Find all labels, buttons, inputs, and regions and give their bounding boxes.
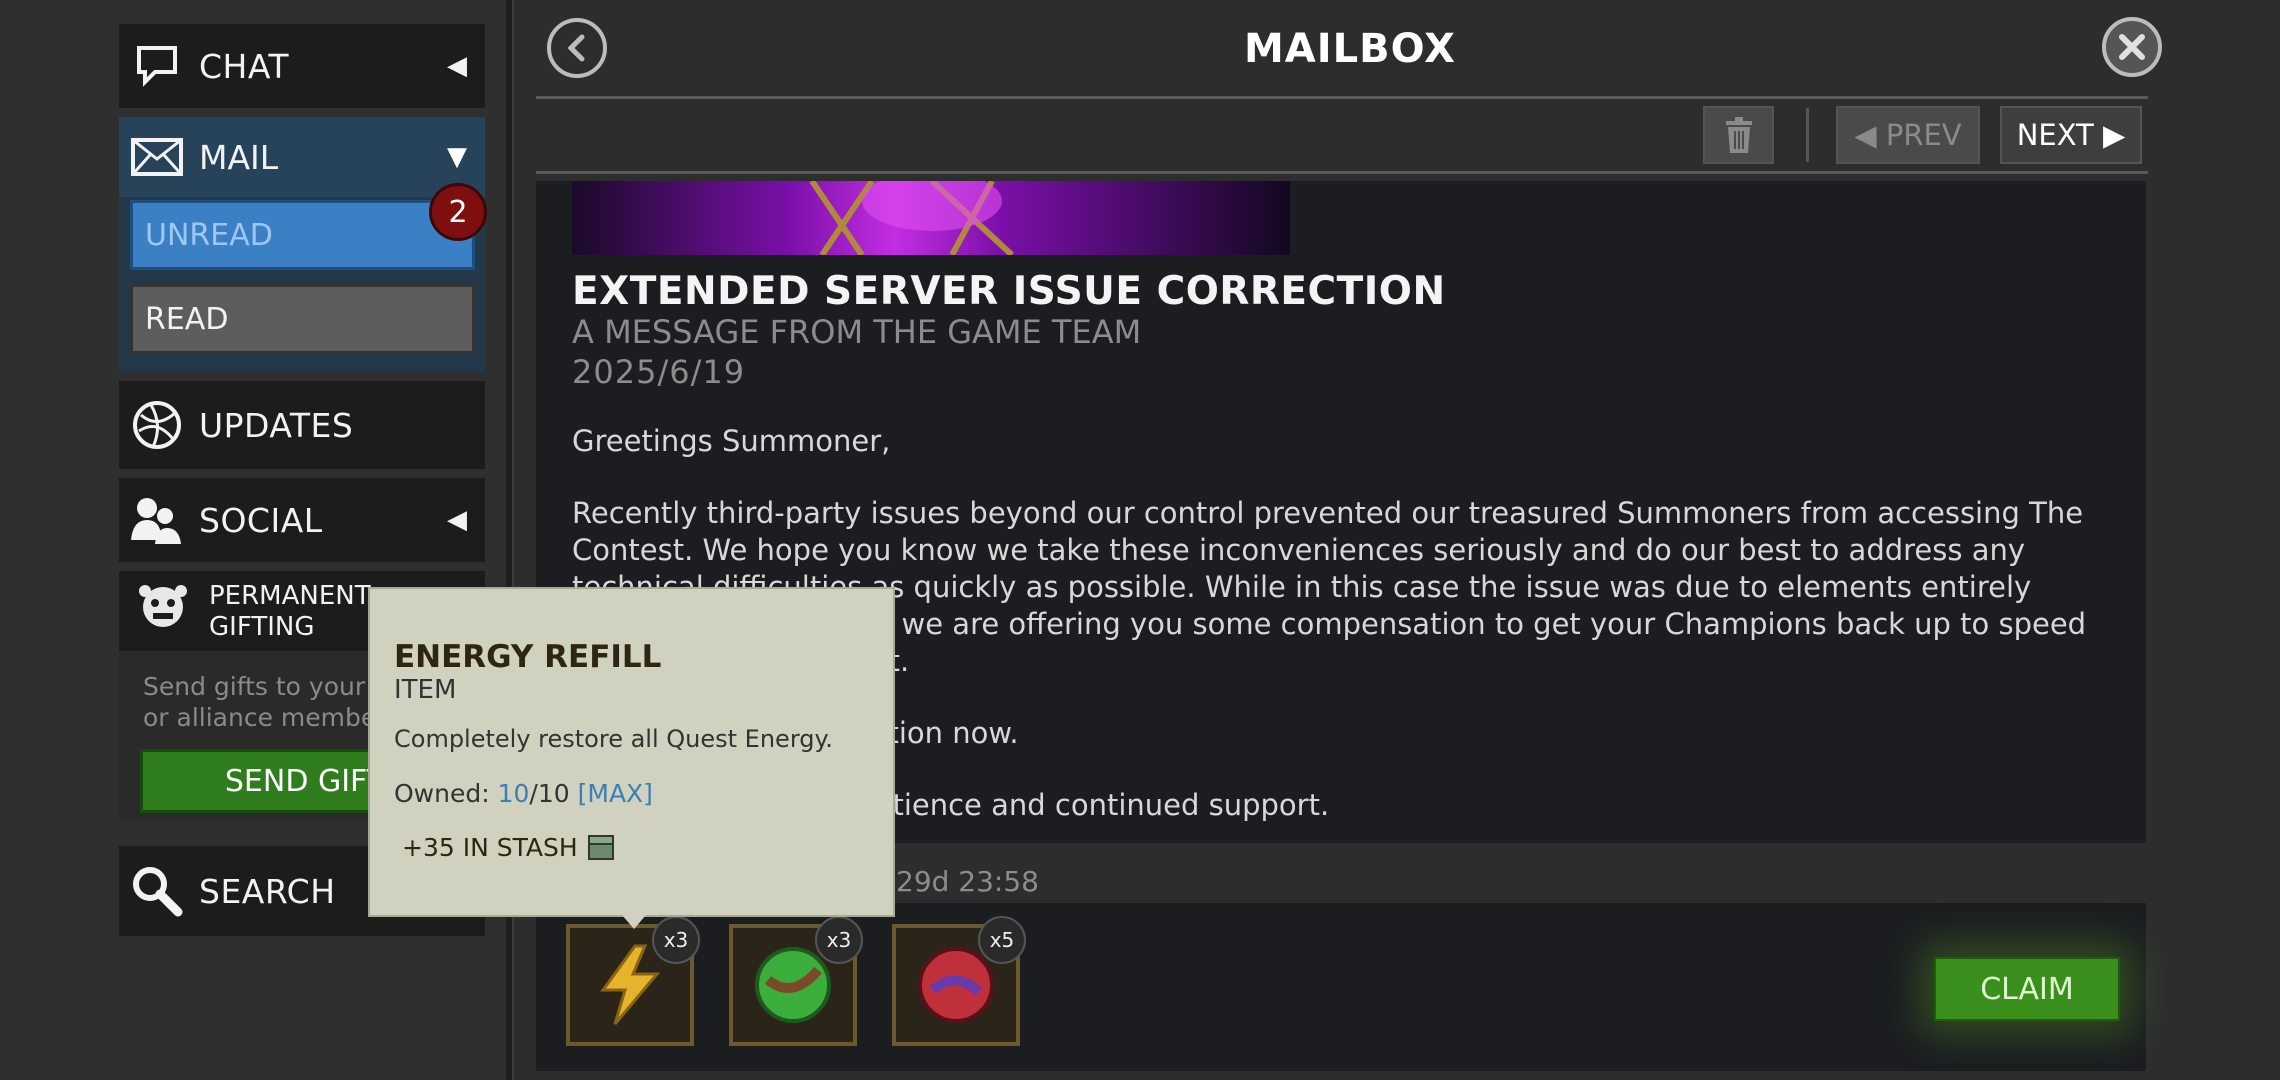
sidebar-item-label: SOCIAL (199, 500, 323, 540)
owned-label: Owned: (394, 779, 490, 808)
reward-count: x5 (978, 916, 1026, 964)
tooltip-description: Completely restore all Quest Energy. (394, 725, 833, 753)
folder-read-button[interactable]: READ (130, 284, 475, 354)
sidebar-item-label: UPDATES (199, 405, 354, 445)
message-greeting: Greetings Summoner, (572, 424, 891, 458)
globe-icon (129, 397, 185, 453)
sidebar-item-label: SEARCH (199, 871, 336, 911)
sidebar-divider (506, 0, 514, 1080)
chevron-down-icon: ▼ (447, 142, 467, 172)
next-button[interactable]: NEXT ▶ (2000, 106, 2142, 164)
close-button[interactable] (2102, 17, 2162, 77)
unread-count-badge: 2 (429, 183, 487, 241)
owned-value: 10 (497, 779, 530, 808)
message-date: 2025/6/19 (572, 353, 746, 391)
reward-item-green-crystal[interactable]: x3 (729, 916, 863, 1046)
stash-label: +35 IN STASH (402, 832, 578, 862)
message-sender: A MESSAGE FROM THE GAME TEAM (572, 313, 1142, 351)
reward-item-energy-refill[interactable]: x3 (566, 916, 700, 1046)
chevron-left-icon (567, 34, 585, 62)
expiry-timer: 29d 23:58 (896, 865, 1039, 898)
search-icon (129, 863, 185, 919)
tooltip-stash: +35 IN STASH (402, 832, 616, 862)
tooltip-title: ENERGY REFILL (394, 639, 662, 675)
message-banner-image (572, 181, 1290, 258)
toolbar-divider (536, 171, 2148, 174)
sidebar-item-updates[interactable]: UPDATES (119, 381, 485, 469)
owned-max-value: 10 (537, 779, 570, 808)
folder-unread-button[interactable]: UNREAD (130, 200, 475, 270)
header-divider (536, 96, 2148, 99)
sidebar-item-social[interactable]: SOCIAL ◀ (119, 478, 485, 562)
delete-button[interactable] (1703, 106, 1774, 164)
close-icon (2119, 34, 2145, 60)
prev-button[interactable]: ◀ PREV (1836, 106, 1980, 164)
trash-icon (1725, 117, 1752, 153)
owned-separator: / (529, 779, 538, 808)
sidebar-item-chat[interactable]: CHAT ◀ (119, 24, 485, 108)
sidebar-item-label: MAIL (199, 137, 279, 177)
mail-icon (129, 129, 185, 185)
owned-max-tag: [MAX] (577, 779, 653, 808)
message-title: EXTENDED SERVER ISSUE CORRECTION (572, 269, 1446, 314)
item-tooltip: ENERGY REFILL ITEM Completely restore al… (368, 587, 895, 917)
page-title: MAILBOX (1243, 26, 1457, 72)
chevron-left-icon: ◀ (447, 51, 467, 81)
people-icon (129, 492, 185, 548)
tooltip-pointer (622, 915, 646, 929)
tooltip-subtitle: ITEM (394, 675, 457, 705)
mail-group: MAIL ▼ UNREAD READ (119, 117, 485, 371)
chat-icon (129, 38, 185, 94)
stash-chest-icon (587, 835, 614, 860)
sidebar-item-mail[interactable]: MAIL ▼ (119, 117, 485, 197)
tooltip-owned: Owned: 10/10 [MAX] (394, 779, 653, 808)
reward-count: x3 (652, 916, 700, 964)
reward-count: x3 (815, 916, 863, 964)
claim-button[interactable]: CLAIM (1934, 957, 2120, 1021)
gift-mascot-icon (135, 579, 191, 635)
reward-item-red-crystal[interactable]: x5 (892, 916, 1026, 1046)
toolbar-separator (1806, 108, 1809, 162)
sidebar-item-label: CHAT (199, 46, 290, 86)
back-button[interactable] (547, 18, 607, 78)
chevron-left-icon: ◀ (447, 505, 467, 535)
